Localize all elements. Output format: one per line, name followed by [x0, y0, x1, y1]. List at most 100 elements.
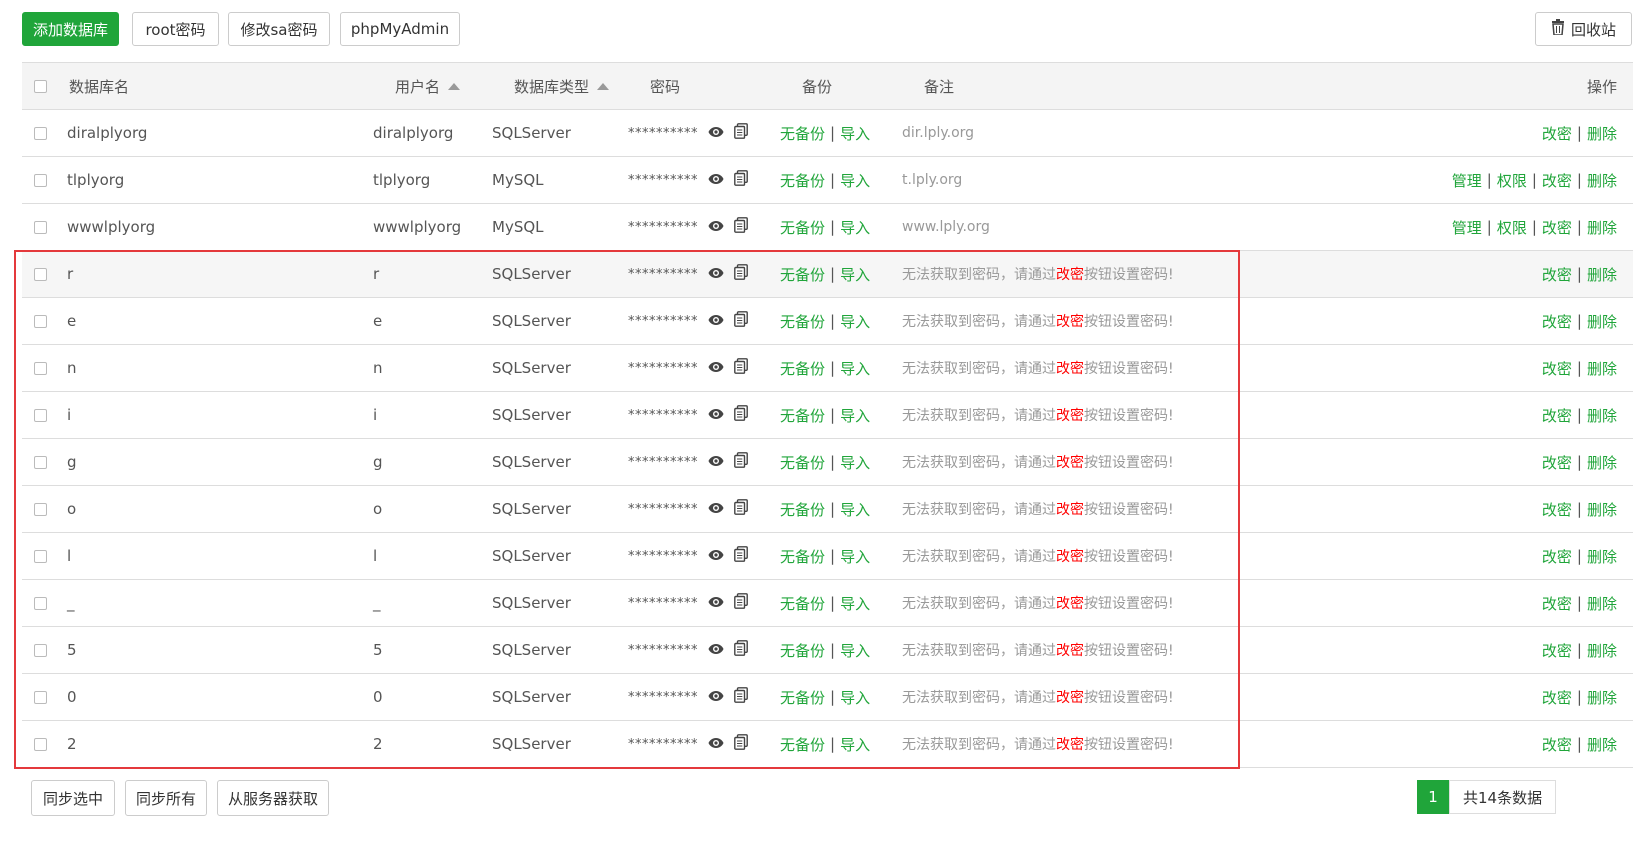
copy-icon[interactable] — [734, 734, 748, 754]
action-link[interactable]: 删除 — [1587, 358, 1617, 379]
backup-link[interactable]: 无备份 — [780, 452, 825, 473]
import-link[interactable]: 导入 — [840, 734, 870, 755]
import-link[interactable]: 导入 — [840, 546, 870, 567]
backup-link[interactable]: 无备份 — [780, 123, 825, 144]
copy-icon[interactable] — [734, 405, 748, 425]
row-checkbox[interactable] — [34, 315, 47, 328]
action-link[interactable]: 删除 — [1587, 734, 1617, 755]
backup-link[interactable]: 无备份 — [780, 734, 825, 755]
row-checkbox[interactable] — [34, 409, 47, 422]
copy-icon[interactable] — [734, 170, 748, 190]
change-password-link[interactable]: 改密 — [1056, 593, 1084, 613]
backup-link[interactable]: 无备份 — [780, 358, 825, 379]
note-text[interactable]: t.lply.org — [902, 172, 962, 188]
row-checkbox[interactable] — [34, 362, 47, 375]
backup-link[interactable]: 无备份 — [780, 640, 825, 661]
copy-icon[interactable] — [734, 264, 748, 284]
change-password-link[interactable]: 改密 — [1056, 358, 1084, 378]
copy-icon[interactable] — [734, 640, 748, 660]
action-link[interactable]: 改密 — [1542, 593, 1572, 614]
eye-icon[interactable] — [708, 359, 724, 377]
recycle-bin-button[interactable]: 回收站 — [1535, 12, 1632, 46]
action-link[interactable]: 改密 — [1542, 546, 1572, 567]
action-link[interactable]: 改密 — [1542, 499, 1572, 520]
change-password-link[interactable]: 改密 — [1056, 452, 1084, 472]
row-checkbox[interactable] — [34, 221, 47, 234]
action-link[interactable]: 改密 — [1542, 687, 1572, 708]
action-link[interactable]: 改密 — [1542, 123, 1572, 144]
import-link[interactable]: 导入 — [840, 217, 870, 238]
column-user[interactable]: 用户名 — [395, 63, 461, 109]
sort-asc-icon[interactable] — [448, 82, 461, 90]
change-password-link[interactable]: 改密 — [1056, 640, 1084, 660]
action-link[interactable]: 删除 — [1587, 452, 1617, 473]
row-checkbox[interactable] — [34, 738, 47, 751]
copy-icon[interactable] — [734, 546, 748, 566]
sync-selected-button[interactable]: 同步选中 — [31, 780, 115, 816]
eye-icon[interactable] — [708, 218, 724, 236]
action-link[interactable]: 删除 — [1587, 123, 1617, 144]
backup-link[interactable]: 无备份 — [780, 217, 825, 238]
backup-link[interactable]: 无备份 — [780, 593, 825, 614]
import-link[interactable]: 导入 — [840, 264, 870, 285]
change-password-link[interactable]: 改密 — [1056, 264, 1084, 284]
eye-icon[interactable] — [708, 312, 724, 330]
import-link[interactable]: 导入 — [840, 123, 870, 144]
backup-link[interactable]: 无备份 — [780, 546, 825, 567]
copy-icon[interactable] — [734, 311, 748, 331]
page-number-current[interactable]: 1 — [1417, 780, 1449, 814]
row-checkbox[interactable] — [34, 174, 47, 187]
copy-icon[interactable] — [734, 123, 748, 143]
action-link[interactable]: 删除 — [1587, 687, 1617, 708]
action-link[interactable]: 权限 — [1497, 217, 1527, 238]
action-link[interactable]: 改密 — [1542, 217, 1572, 238]
eye-icon[interactable] — [708, 124, 724, 142]
change-password-link[interactable]: 改密 — [1056, 405, 1084, 425]
note-text[interactable]: dir.lply.org — [902, 125, 974, 141]
action-link[interactable]: 删除 — [1587, 170, 1617, 191]
eye-icon[interactable] — [708, 688, 724, 706]
action-link[interactable]: 删除 — [1587, 546, 1617, 567]
add-database-button[interactable]: 添加数据库 — [22, 12, 119, 46]
import-link[interactable]: 导入 — [840, 311, 870, 332]
copy-icon[interactable] — [734, 452, 748, 472]
action-link[interactable]: 改密 — [1542, 405, 1572, 426]
root-password-button[interactable]: root密码 — [132, 12, 219, 46]
eye-icon[interactable] — [708, 500, 724, 518]
action-link[interactable]: 改密 — [1542, 452, 1572, 473]
copy-icon[interactable] — [734, 358, 748, 378]
import-link[interactable]: 导入 — [840, 640, 870, 661]
action-link[interactable]: 删除 — [1587, 405, 1617, 426]
change-password-link[interactable]: 改密 — [1056, 687, 1084, 707]
backup-link[interactable]: 无备份 — [780, 499, 825, 520]
column-name[interactable]: 数据库名 — [69, 63, 129, 109]
import-link[interactable]: 导入 — [840, 452, 870, 473]
action-link[interactable]: 权限 — [1497, 170, 1527, 191]
phpmyadmin-button[interactable]: phpMyAdmin — [340, 12, 460, 46]
fetch-from-server-button[interactable]: 从服务器获取 — [217, 780, 329, 816]
eye-icon[interactable] — [708, 547, 724, 565]
row-checkbox[interactable] — [34, 456, 47, 469]
note-text[interactable]: www.lply.org — [902, 219, 990, 235]
action-link[interactable]: 改密 — [1542, 734, 1572, 755]
import-link[interactable]: 导入 — [840, 170, 870, 191]
action-link[interactable]: 改密 — [1542, 311, 1572, 332]
action-link[interactable]: 管理 — [1452, 217, 1482, 238]
action-link[interactable]: 改密 — [1542, 170, 1572, 191]
change-password-link[interactable]: 改密 — [1056, 499, 1084, 519]
backup-link[interactable]: 无备份 — [780, 687, 825, 708]
import-link[interactable]: 导入 — [840, 593, 870, 614]
copy-icon[interactable] — [734, 687, 748, 707]
sync-all-button[interactable]: 同步所有 — [125, 780, 207, 816]
eye-icon[interactable] — [708, 265, 724, 283]
import-link[interactable]: 导入 — [840, 358, 870, 379]
sort-asc-icon[interactable] — [597, 82, 610, 90]
change-password-link[interactable]: 改密 — [1056, 311, 1084, 331]
backup-link[interactable]: 无备份 — [780, 264, 825, 285]
action-link[interactable]: 删除 — [1587, 499, 1617, 520]
action-link[interactable]: 删除 — [1587, 593, 1617, 614]
copy-icon[interactable] — [734, 217, 748, 237]
action-link[interactable]: 删除 — [1587, 264, 1617, 285]
eye-icon[interactable] — [708, 406, 724, 424]
copy-icon[interactable] — [734, 499, 748, 519]
